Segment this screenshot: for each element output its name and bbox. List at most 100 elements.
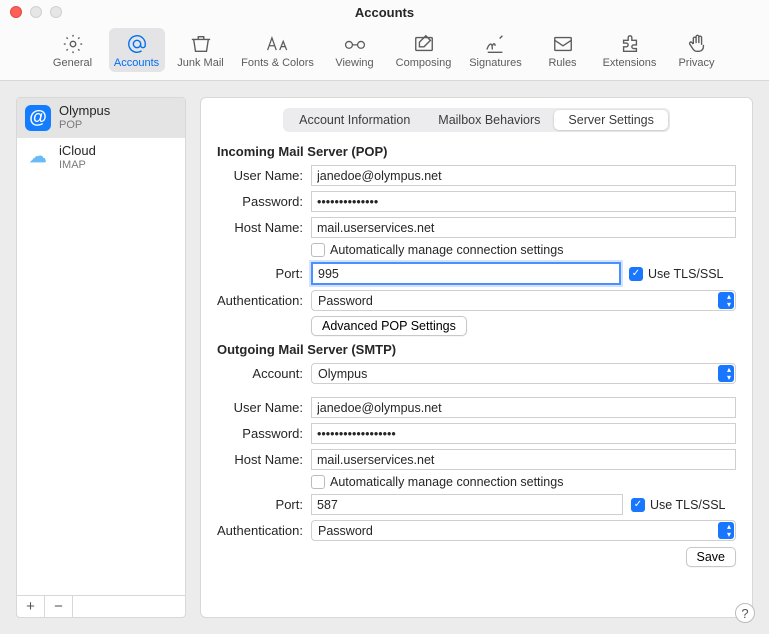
select-value: Olympus	[318, 367, 367, 381]
account-row-icloud[interactable]: ☁︎ iCloud IMAP	[17, 138, 185, 178]
toolbar-label: Composing	[396, 57, 452, 69]
signature-icon	[483, 33, 509, 55]
incoming-password-input[interactable]	[311, 191, 736, 212]
toolbar-label: Fonts & Colors	[241, 57, 314, 69]
at-sign-icon	[124, 33, 150, 55]
auth-label: Authentication:	[217, 293, 311, 308]
tab-mailbox-behaviors[interactable]: Mailbox Behaviors	[424, 110, 554, 130]
toolbar-label: Privacy	[678, 57, 714, 69]
toolbar-extensions[interactable]: Extensions	[599, 28, 661, 72]
account-label: Account:	[217, 366, 311, 381]
toolbar-label: Viewing	[335, 57, 373, 69]
rules-icon	[550, 33, 576, 55]
compose-icon	[411, 33, 437, 55]
checkbox-label: Use TLS/SSL	[648, 267, 724, 281]
sidebar-footer: + −	[17, 595, 185, 617]
at-sign-icon: @	[25, 105, 51, 131]
checkbox-unchecked-icon	[311, 475, 325, 489]
outgoing-port-input[interactable]	[311, 494, 623, 515]
incoming-hostname-input[interactable]	[311, 217, 736, 238]
cloud-icon: ☁︎	[25, 144, 51, 170]
gear-icon	[60, 33, 86, 55]
toolbar-label: Junk Mail	[177, 57, 223, 69]
hostname-label: Host Name:	[217, 220, 311, 235]
outgoing-auth-select[interactable]: Password ▴▾	[311, 520, 736, 541]
toolbar: General Accounts Junk Mail Fonts & Color…	[0, 24, 769, 81]
window-title: Accounts	[0, 5, 769, 20]
outgoing-account-select[interactable]: Olympus ▴▾	[311, 363, 736, 384]
add-account-button[interactable]: +	[17, 596, 45, 617]
font-icon	[265, 33, 291, 55]
toolbar-label: Signatures	[469, 57, 522, 69]
hostname-label: Host Name:	[217, 452, 311, 467]
checkbox-unchecked-icon	[311, 243, 325, 257]
username-label: User Name:	[217, 168, 311, 183]
accounts-list: @ Olympus POP ☁︎ iCloud IMAP	[17, 98, 185, 595]
username-label: User Name:	[217, 400, 311, 415]
outgoing-username-input[interactable]	[311, 397, 736, 418]
remove-account-button[interactable]: −	[45, 596, 73, 617]
account-name: Olympus	[59, 104, 110, 119]
minimize-window-button[interactable]	[30, 6, 42, 18]
advanced-pop-settings-button[interactable]: Advanced POP Settings	[311, 316, 467, 336]
incoming-tls-checkbox[interactable]: ✓ Use TLS/SSL	[629, 267, 724, 281]
auth-label: Authentication:	[217, 523, 311, 538]
password-label: Password:	[217, 194, 311, 209]
outgoing-hostname-input[interactable]	[311, 449, 736, 470]
window-controls	[10, 6, 62, 18]
puzzle-icon	[617, 33, 643, 55]
help-button[interactable]: ?	[735, 603, 755, 623]
toolbar-general[interactable]: General	[45, 28, 101, 72]
outgoing-tls-checkbox[interactable]: ✓ Use TLS/SSL	[631, 498, 726, 512]
close-window-button[interactable]	[10, 6, 22, 18]
toolbar-accounts[interactable]: Accounts	[109, 28, 165, 72]
checkbox-checked-icon: ✓	[629, 267, 643, 281]
incoming-username-input[interactable]	[311, 165, 736, 186]
toolbar-label: Extensions	[603, 57, 657, 69]
toolbar-signatures[interactable]: Signatures	[465, 28, 527, 72]
port-label: Port:	[217, 497, 311, 512]
toolbar-label: Accounts	[114, 57, 159, 69]
main-panel: Account Information Mailbox Behaviors Se…	[200, 97, 753, 618]
titlebar: Accounts	[0, 0, 769, 24]
incoming-header: Incoming Mail Server (POP)	[217, 144, 736, 159]
toolbar-privacy[interactable]: Privacy	[669, 28, 725, 72]
checkbox-label: Use TLS/SSL	[650, 498, 726, 512]
account-name: iCloud	[59, 144, 96, 159]
tab-server-settings[interactable]: Server Settings	[554, 110, 667, 130]
trash-icon	[188, 33, 214, 55]
chevron-updown-icon: ▴▾	[727, 523, 731, 539]
password-label: Password:	[217, 426, 311, 441]
tab-bar: Account Information Mailbox Behaviors Se…	[217, 108, 736, 132]
toolbar-label: General	[53, 57, 92, 69]
glasses-icon	[342, 33, 368, 55]
chevron-updown-icon: ▴▾	[727, 293, 731, 309]
toolbar-junk[interactable]: Junk Mail	[173, 28, 229, 72]
account-row-olympus[interactable]: @ Olympus POP	[17, 98, 185, 138]
checkbox-checked-icon: ✓	[631, 498, 645, 512]
checkbox-label: Automatically manage connection settings	[330, 475, 563, 489]
outgoing-auto-manage-checkbox[interactable]: Automatically manage connection settings	[311, 475, 563, 489]
toolbar-rules[interactable]: Rules	[535, 28, 591, 72]
checkbox-label: Automatically manage connection settings	[330, 243, 563, 257]
incoming-auto-manage-checkbox[interactable]: Automatically manage connection settings	[311, 243, 563, 257]
account-type: POP	[59, 119, 110, 132]
incoming-port-input[interactable]	[311, 262, 621, 285]
select-value: Password	[318, 524, 373, 538]
accounts-sidebar: @ Olympus POP ☁︎ iCloud IMAP + −	[16, 97, 186, 618]
save-button[interactable]: Save	[686, 547, 737, 567]
outgoing-password-input[interactable]	[311, 423, 736, 444]
chevron-updown-icon: ▴▾	[727, 366, 731, 382]
incoming-auth-select[interactable]: Password ▴▾	[311, 290, 736, 311]
hand-icon	[684, 33, 710, 55]
tab-account-information[interactable]: Account Information	[285, 110, 424, 130]
account-type: IMAP	[59, 159, 96, 172]
toolbar-composing[interactable]: Composing	[391, 28, 457, 72]
toolbar-viewing[interactable]: Viewing	[327, 28, 383, 72]
toolbar-label: Rules	[548, 57, 576, 69]
port-label: Port:	[217, 266, 311, 281]
outgoing-header: Outgoing Mail Server (SMTP)	[217, 342, 736, 357]
select-value: Password	[318, 294, 373, 308]
zoom-window-button[interactable]	[50, 6, 62, 18]
toolbar-fonts[interactable]: Fonts & Colors	[237, 28, 319, 72]
